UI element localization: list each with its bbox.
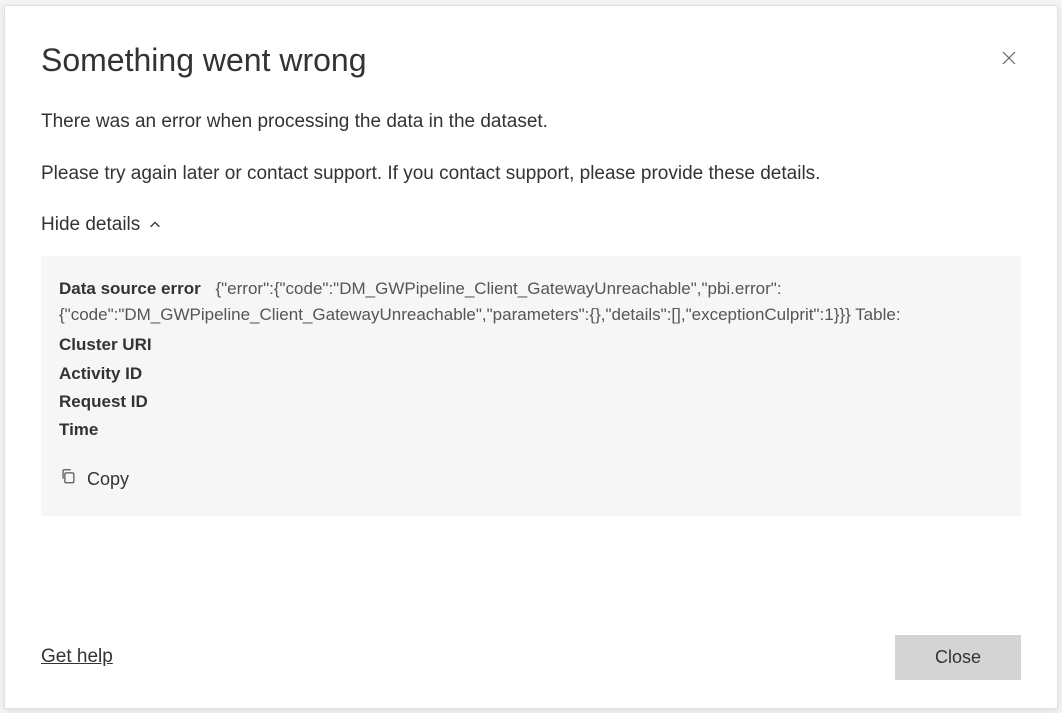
copy-icon [59,467,77,493]
detail-request-id: Request ID [59,389,1003,415]
copy-button[interactable]: Copy [59,466,129,494]
error-dialog: Something went wrong There was an error … [4,5,1058,709]
detail-activity-id: Activity ID [59,361,1003,387]
error-message-primary: There was an error when processing the d… [41,109,1021,136]
error-message-secondary: Please try again later or contact suppor… [41,161,1021,188]
request-id-label: Request ID [59,392,148,411]
copy-label: Copy [87,466,129,494]
detail-time: Time [59,417,1003,443]
activity-id-label: Activity ID [59,364,142,383]
close-icon[interactable] [999,48,1019,68]
dialog-title: Something went wrong [41,42,1021,79]
get-help-link[interactable]: Get help [41,646,113,668]
cluster-uri-label: Cluster URI [59,335,152,354]
details-panel: Data source error {"error":{"code":"DM_G… [41,256,1021,516]
toggle-details-button[interactable]: Hide details [41,214,1021,236]
chevron-up-icon [148,218,162,232]
toggle-details-label: Hide details [41,214,140,236]
data-source-error-label: Data source error [59,279,201,298]
detail-data-source-error: Data source error {"error":{"code":"DM_G… [59,276,1003,329]
close-button[interactable]: Close [895,635,1021,680]
dialog-footer: Get help Close [41,611,1021,680]
detail-cluster-uri: Cluster URI [59,332,1003,358]
time-label: Time [59,420,98,439]
